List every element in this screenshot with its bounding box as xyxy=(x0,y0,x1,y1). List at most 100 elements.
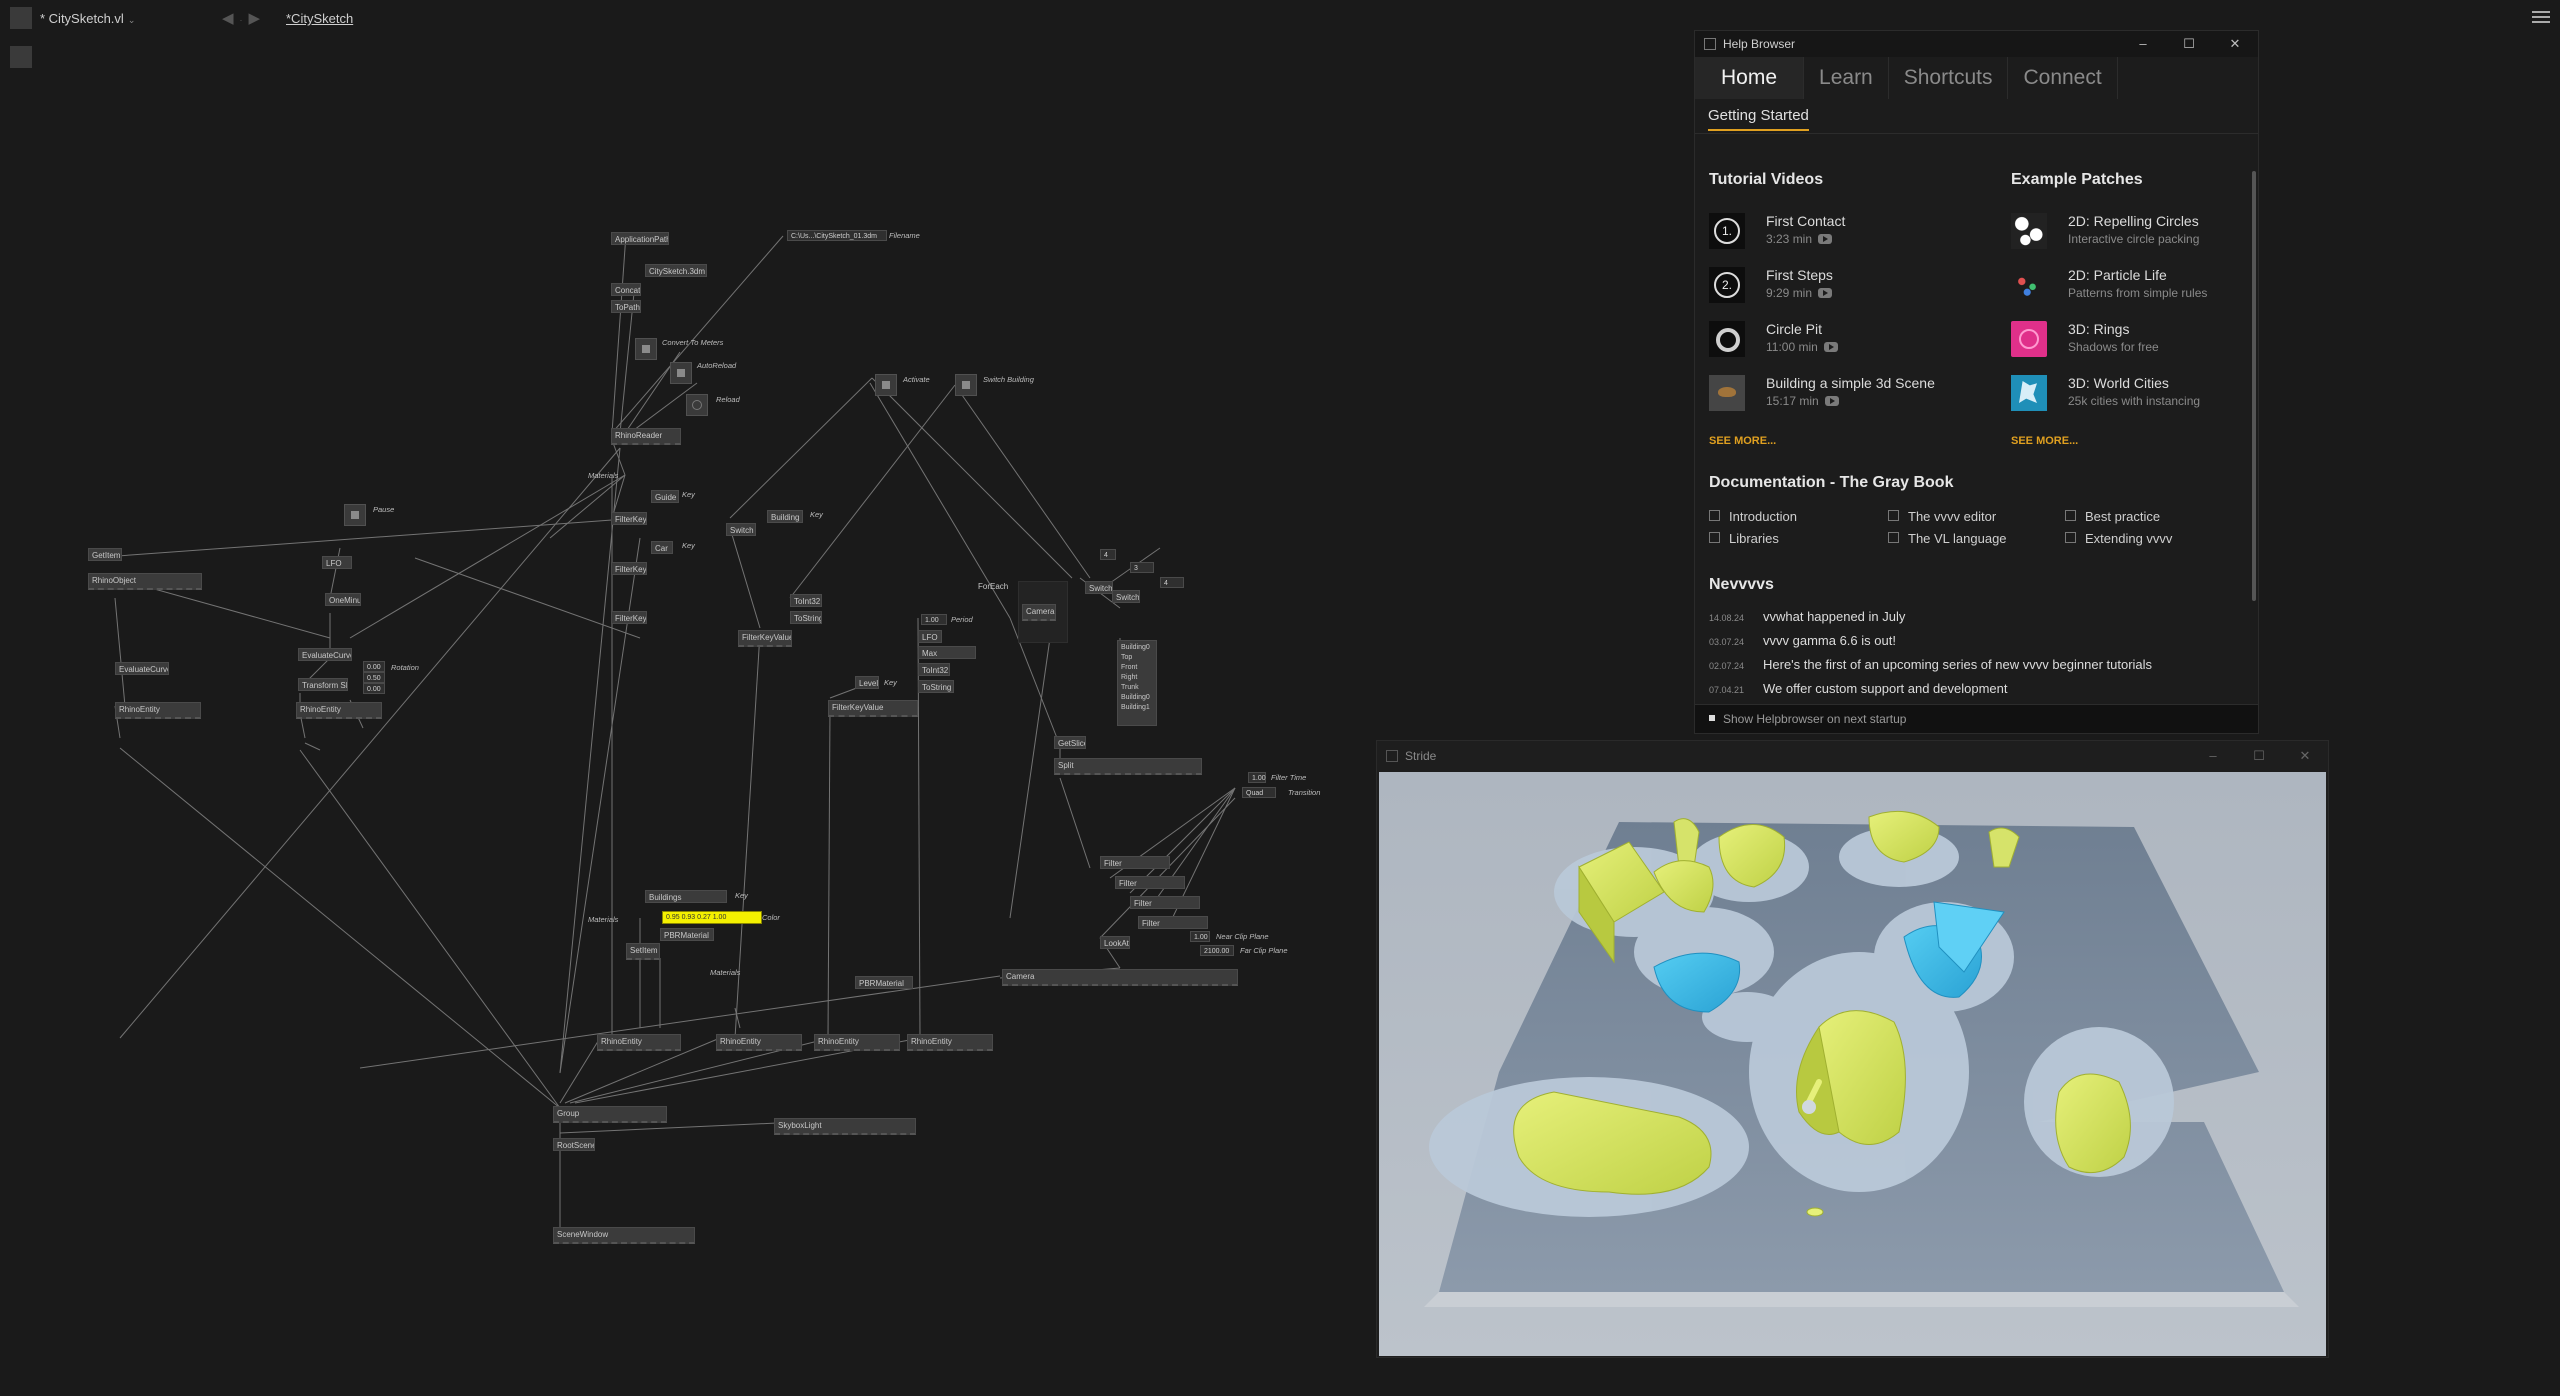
rotation-iobox[interactable]: 0.00 xyxy=(363,683,385,694)
far-clip-iobox[interactable]: 2100.00 xyxy=(1200,945,1234,956)
startup-checkbox[interactable] xyxy=(1709,715,1715,721)
close-icon[interactable]: ✕ xyxy=(2282,741,2328,767)
doc-link-best-practice[interactable]: Best practice xyxy=(2065,509,2160,524)
quad-iobox[interactable]: Quad xyxy=(1242,787,1276,798)
news-item[interactable]: 14.08.24 vvwhat happened in July xyxy=(1709,609,1905,624)
node-max[interactable]: Max xyxy=(918,646,976,659)
maximize-icon[interactable]: ☐ xyxy=(2236,741,2282,767)
node-building[interactable]: Building xyxy=(767,510,803,523)
doc-link-libraries[interactable]: Libraries xyxy=(1709,531,1779,546)
node-rhino-entity[interactable]: RhinoEntity xyxy=(115,702,201,719)
doc-link-introduction[interactable]: Introduction xyxy=(1709,509,1797,524)
node-evaluate-curve[interactable]: EvaluateCurve xyxy=(298,648,352,661)
node-camera[interactable]: Camera xyxy=(1022,604,1056,621)
color-iobox[interactable]: 0.95 0.93 0.27 1.00 xyxy=(662,911,762,924)
node-root-scene[interactable]: RootScene xyxy=(553,1138,595,1151)
node-switch[interactable]: Switch xyxy=(1112,590,1140,603)
example-item[interactable]: 2D: Particle Life Patterns from simple r… xyxy=(2011,265,2291,313)
stride-title-bar[interactable]: Stride – ☐ ✕ xyxy=(1377,741,2328,771)
node-setitem[interactable]: SetItem xyxy=(626,943,660,960)
switch-iobox[interactable]: 4 xyxy=(1160,577,1184,588)
node-split[interactable]: Split xyxy=(1054,758,1202,775)
app-menu-icon[interactable] xyxy=(10,7,32,29)
tutorial-item[interactable]: 1. First Contact 3:23 min xyxy=(1709,211,1989,259)
rotation-iobox[interactable]: 0.50 xyxy=(363,672,385,683)
node-rhino-entity[interactable]: RhinoEntity xyxy=(907,1034,993,1051)
node-rhino-entity[interactable]: RhinoEntity xyxy=(716,1034,802,1051)
node-citysketch-3dm[interactable]: CitySketch.3dm xyxy=(645,264,707,277)
node-oneminus[interactable]: OneMinus xyxy=(325,593,361,606)
tutorial-item[interactable]: 2. First Steps 9:29 min xyxy=(1709,265,1989,313)
filename-iobox[interactable]: C:\Us...\CitySketch_01.3dm xyxy=(787,230,887,241)
switch-iobox[interactable]: 3 xyxy=(1130,562,1154,573)
tab-learn[interactable]: Learn xyxy=(1804,57,1889,99)
node-application-path[interactable]: ApplicationPath xyxy=(611,232,669,245)
doc-link-extending[interactable]: Extending vvvv xyxy=(2065,531,2172,546)
node-getslice[interactable]: GetSlice xyxy=(1054,736,1086,749)
node-filter-key-value[interactable]: FilterKeyValue xyxy=(828,700,918,717)
news-item[interactable]: 02.07.24 Here's the first of an upcoming … xyxy=(1709,657,2152,672)
node-filter[interactable]: Filter xyxy=(1100,856,1170,869)
node-tostring[interactable]: ToString xyxy=(918,680,954,693)
patch-canvas[interactable]: ApplicationPath CitySketch.3dm Concat To… xyxy=(0,38,1360,1396)
see-more-link[interactable]: SEE MORE... xyxy=(2011,435,2078,447)
node-getitem[interactable]: GetItem xyxy=(88,548,122,561)
node-concat[interactable]: Concat xyxy=(611,283,641,296)
document-tab[interactable]: * CitySketch.vl ⌄ xyxy=(40,11,135,26)
example-item[interactable]: 2D: Repelling Circles Interactive circle… xyxy=(2011,211,2291,259)
convert-to-meters-toggle[interactable] xyxy=(635,338,657,360)
node-car[interactable]: Car xyxy=(651,541,673,554)
node-rhino-entity[interactable]: RhinoEntity xyxy=(296,702,382,719)
node-transform-srt[interactable]: Transform SRT xyxy=(298,678,348,691)
doc-link-editor[interactable]: The vvvv editor xyxy=(1888,509,1996,524)
3d-viewport[interactable] xyxy=(1379,772,2326,1356)
tutorial-item[interactable]: Circle Pit 11:00 min xyxy=(1709,319,1989,367)
tutorial-item[interactable]: Building a simple 3d Scene 15:17 min xyxy=(1709,373,1989,421)
node-pbr-material[interactable]: PBRMaterial xyxy=(855,976,913,989)
node-filter[interactable]: Filter xyxy=(1115,876,1185,889)
switch-building-toggle[interactable] xyxy=(955,374,977,396)
tab-shortcuts[interactable]: Shortcuts xyxy=(1889,57,2009,99)
node-switch[interactable]: Switch xyxy=(1085,581,1113,594)
node-toint32[interactable]: ToInt32 xyxy=(790,594,822,607)
switch-iobox[interactable]: 4 xyxy=(1100,549,1116,560)
stride-render-window[interactable]: Stride – ☐ ✕ xyxy=(1376,740,2329,1358)
node-filterkey[interactable]: FilterKey xyxy=(611,562,647,575)
node-tostring[interactable]: ToString xyxy=(790,611,822,624)
node-toint32[interactable]: ToInt32 xyxy=(918,663,950,676)
node-lfo[interactable]: LFO xyxy=(322,556,352,569)
filter-time-iobox[interactable]: 1.00 xyxy=(1248,772,1266,783)
node-filterkey[interactable]: FilterKey xyxy=(611,611,647,624)
news-item[interactable]: 07.04.21 We offer custom support and deve… xyxy=(1709,681,2008,696)
autoreload-toggle[interactable] xyxy=(670,362,692,384)
rotation-iobox[interactable]: 0.00 xyxy=(363,661,385,672)
node-scene-window[interactable]: SceneWindow xyxy=(553,1227,695,1244)
news-item[interactable]: 03.07.24 vvvv gamma 6.6 is out! xyxy=(1709,633,1896,648)
node-guide[interactable]: Guide xyxy=(651,490,679,503)
reload-bang[interactable] xyxy=(686,394,708,416)
node-topath[interactable]: ToPath xyxy=(611,300,641,313)
node-lfo[interactable]: LFO xyxy=(918,630,942,643)
node-camera[interactable]: Camera xyxy=(1002,969,1238,986)
node-pbr-material[interactable]: PBRMaterial xyxy=(660,928,714,941)
tab-connect[interactable]: Connect xyxy=(2008,57,2118,99)
node-group[interactable]: Group xyxy=(553,1106,667,1123)
node-filterkey[interactable]: FilterKey xyxy=(611,512,647,525)
breadcrumb[interactable]: *CitySketch xyxy=(286,11,353,26)
near-clip-iobox[interactable]: 1.00 xyxy=(1190,931,1210,942)
doc-link-vl-language[interactable]: The VL language xyxy=(1888,531,2007,546)
node-filter-key-value[interactable]: FilterKeyValue xyxy=(738,630,792,647)
help-title-bar[interactable]: Help Browser – ☐ ✕ xyxy=(1695,31,2258,57)
pause-toggle[interactable] xyxy=(344,504,366,526)
example-item[interactable]: 3D: Rings Shadows for free xyxy=(2011,319,2291,367)
node-skybox-light[interactable]: SkyboxLight xyxy=(774,1118,916,1135)
node-rhino-object[interactable]: RhinoObject xyxy=(88,573,202,590)
back-arrow-icon[interactable]: ◀ xyxy=(222,10,240,27)
node-foreach[interactable]: ForEach xyxy=(975,580,1015,593)
tab-home[interactable]: Home xyxy=(1695,57,1805,99)
example-item[interactable]: 3D: World Cities 25k cities with instanc… xyxy=(2011,373,2291,421)
see-more-link[interactable]: SEE MORE... xyxy=(1709,435,1776,447)
node-switch[interactable]: Switch xyxy=(726,523,756,536)
node-level[interactable]: Level xyxy=(855,676,879,689)
node-buildings[interactable]: Buildings xyxy=(645,890,727,903)
